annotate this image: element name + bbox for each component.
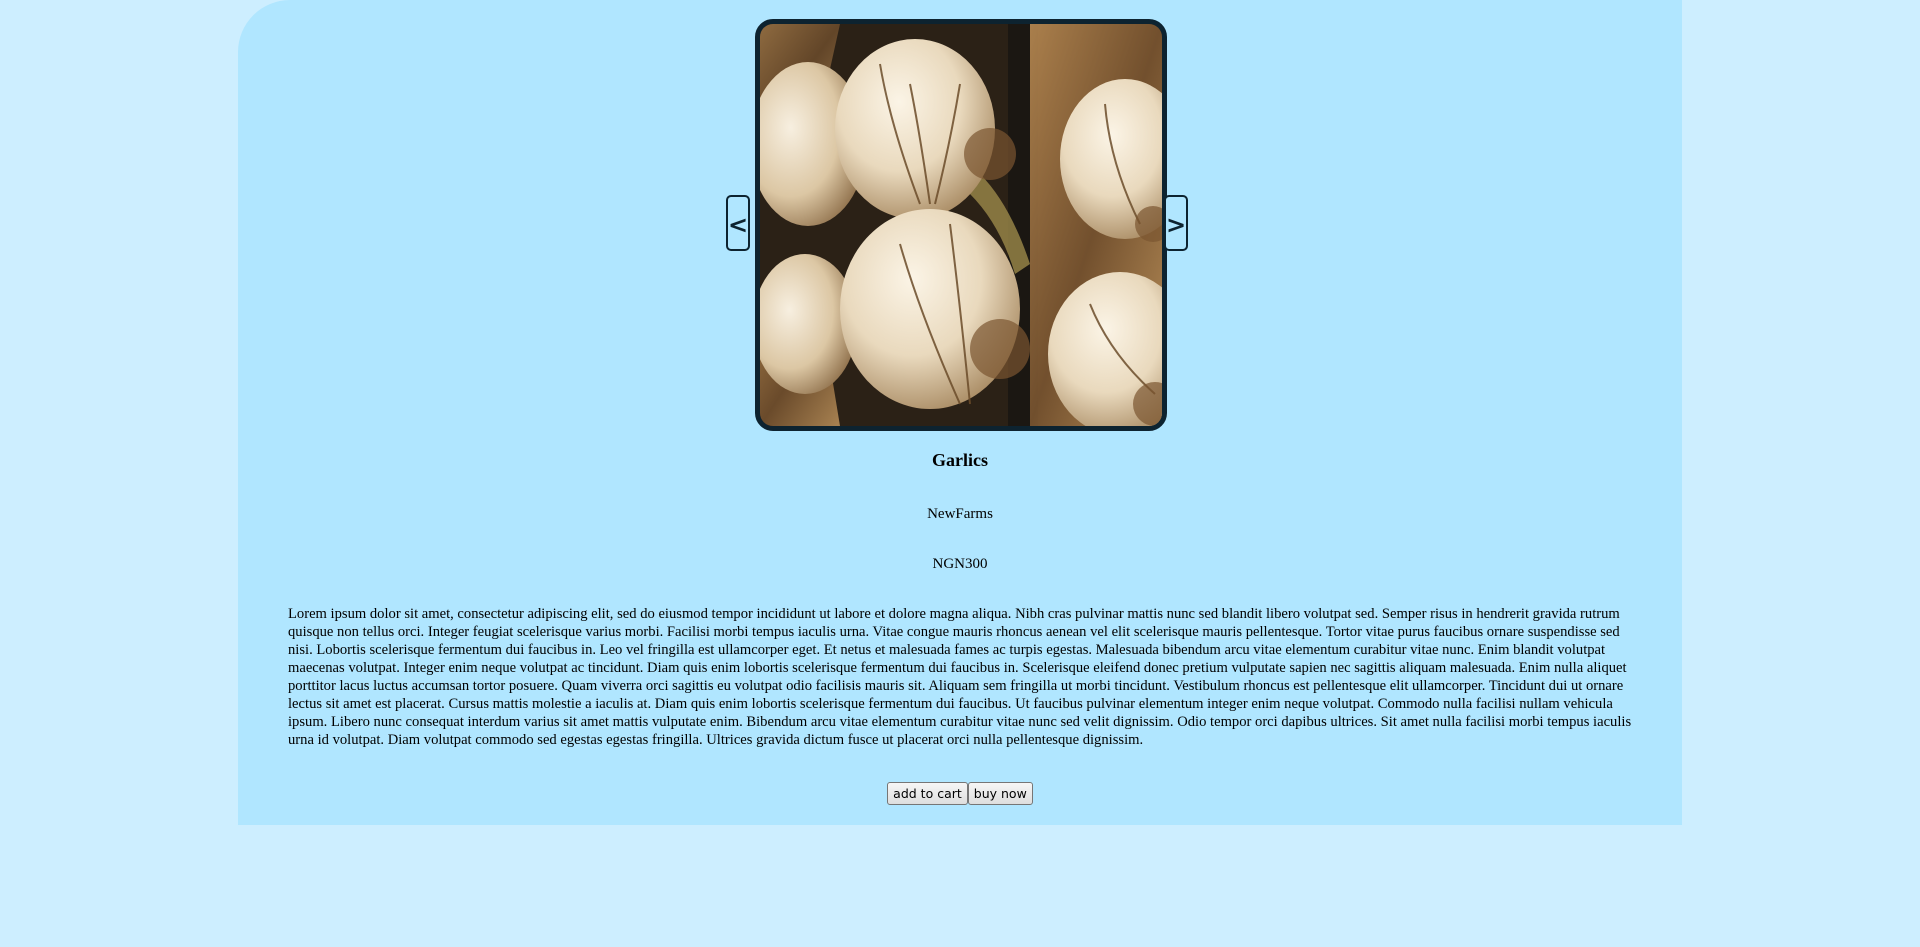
image-carousel: < > bbox=[726, 19, 1193, 431]
previous-image-button[interactable]: < bbox=[726, 195, 750, 251]
product-title: Garlics bbox=[932, 450, 988, 470]
buy-now-button[interactable]: buy now bbox=[967, 782, 1033, 805]
product-actions: add to cart buy now bbox=[0, 782, 1920, 805]
product-price: NGN300 bbox=[932, 556, 988, 572]
add-to-cart-button[interactable]: add to cart bbox=[887, 782, 968, 805]
product-vendor: NewFarms bbox=[927, 506, 993, 522]
next-image-button[interactable]: > bbox=[1164, 195, 1188, 251]
product-description: Lorem ipsum dolor sit amet, consectetur … bbox=[288, 606, 1632, 748]
garlic-photo bbox=[760, 24, 1162, 426]
product-image bbox=[755, 19, 1167, 431]
